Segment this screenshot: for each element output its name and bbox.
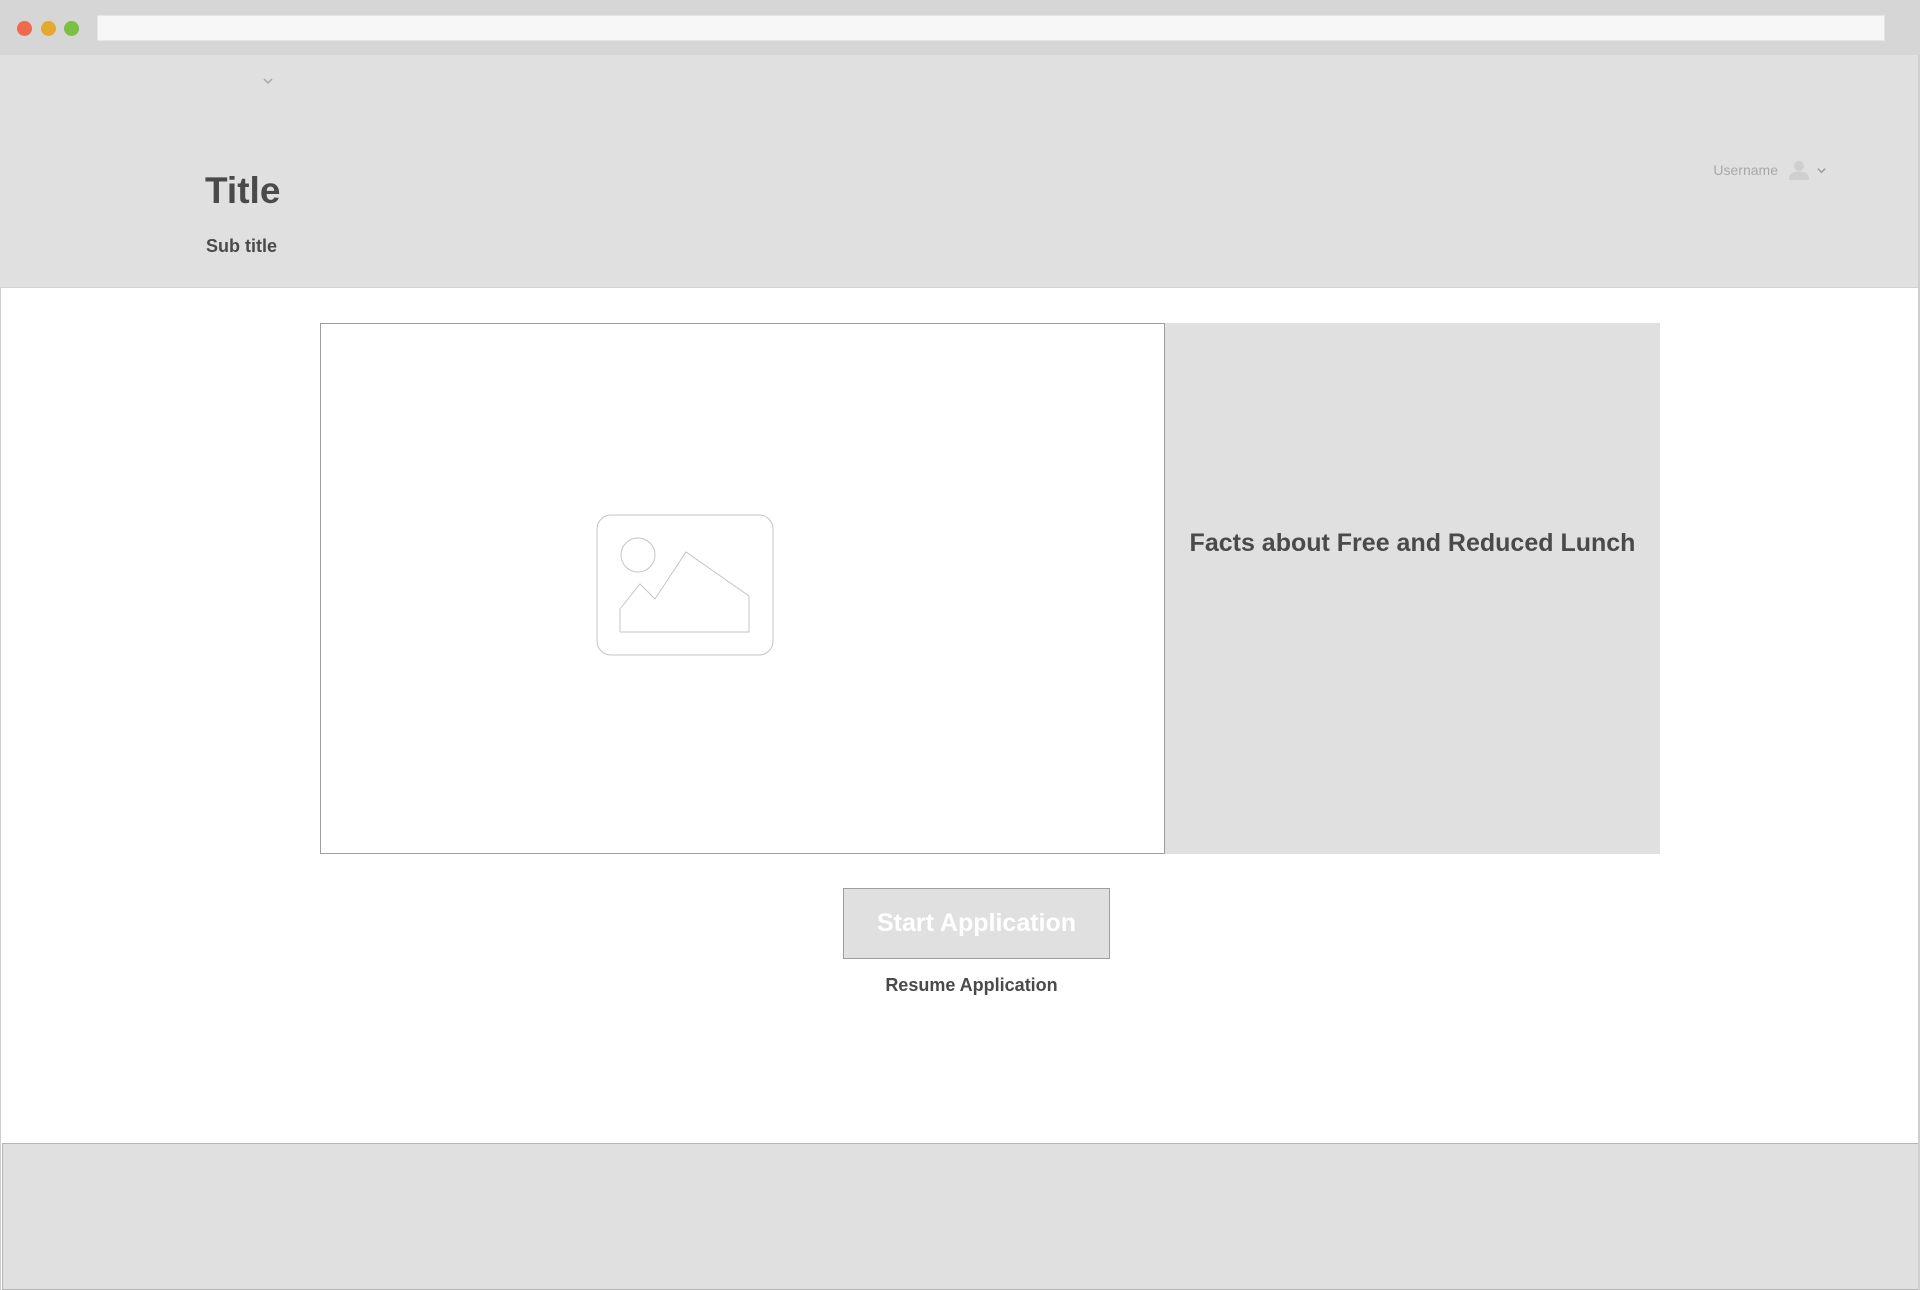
- user-menu[interactable]: Username: [1713, 159, 1827, 181]
- browser-window: Title Sub title Username Facts about Fre…: [0, 0, 1920, 1290]
- media-placeholder: [320, 323, 1165, 854]
- window-minimize-button[interactable]: [41, 21, 56, 36]
- page-title: Title: [205, 170, 281, 211]
- page-footer: [2, 1143, 1920, 1290]
- username-label: Username: [1713, 162, 1778, 178]
- window-close-button[interactable]: [17, 21, 32, 36]
- main-content: Facts about Free and Reduced Lunch Start…: [0, 288, 1920, 1143]
- chevron-down-icon[interactable]: [262, 75, 274, 87]
- chevron-down-icon[interactable]: [1816, 165, 1827, 176]
- window-maximize-button[interactable]: [64, 21, 79, 36]
- facts-title: Facts about Free and Reduced Lunch: [1189, 529, 1636, 557]
- image-placeholder-icon: [596, 514, 774, 656]
- user-avatar-icon: [1789, 161, 1809, 180]
- address-bar[interactable]: [97, 15, 1885, 41]
- browser-chrome: [0, 0, 1920, 55]
- page-subtitle: Sub title: [206, 236, 277, 256]
- facts-panel[interactable]: Facts about Free and Reduced Lunch: [1165, 323, 1660, 854]
- page-header: Title Sub title Username: [0, 55, 1920, 288]
- start-application-button[interactable]: Start Application: [843, 888, 1110, 959]
- resume-application-link[interactable]: Resume Application: [843, 975, 1100, 996]
- frame-border-left: [0, 288, 1, 1290]
